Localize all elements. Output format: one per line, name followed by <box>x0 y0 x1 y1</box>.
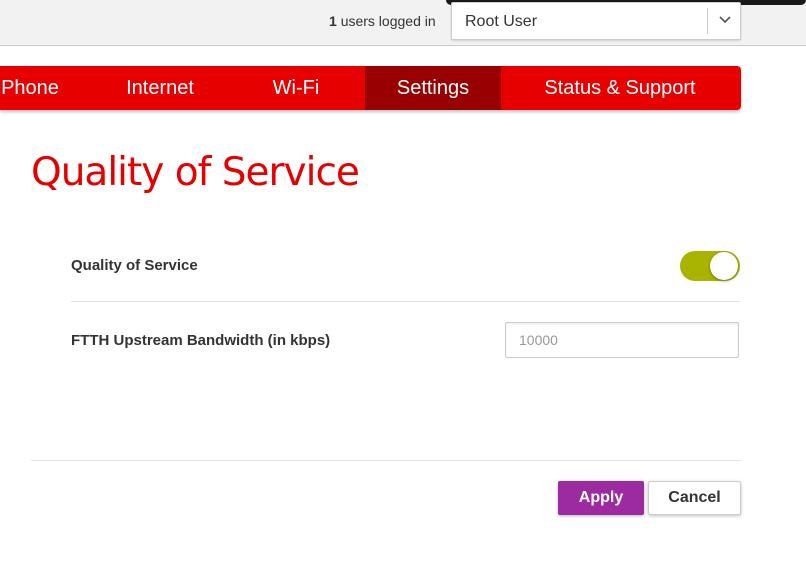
nav-item-wifi[interactable]: Wi-Fi <box>250 66 342 110</box>
user-select-dropdown[interactable]: Root User <box>451 2 741 40</box>
users-count: 1 <box>329 13 337 29</box>
top-bar: 1 users logged in Root User <box>0 0 806 46</box>
toggle-knob <box>710 252 738 280</box>
users-logged-in-status: 1 users logged in <box>329 13 436 29</box>
qos-label: Quality of Service <box>71 257 198 274</box>
row-divider <box>71 301 740 302</box>
nav-item-internet[interactable]: Internet <box>110 66 210 110</box>
footer-divider <box>31 460 741 461</box>
main-nav: Phone Internet Wi-Fi Settings Status & S… <box>0 66 741 110</box>
cancel-button[interactable]: Cancel <box>648 481 741 515</box>
qos-toggle[interactable] <box>680 251 740 281</box>
user-select-value: Root User <box>465 13 538 30</box>
chevron-down-icon[interactable] <box>718 15 732 25</box>
bandwidth-label: FTTH Upstream Bandwidth (in kbps) <box>71 332 331 349</box>
nav-item-status-support[interactable]: Status & Support <box>526 66 714 110</box>
users-logged-in-text: users logged in <box>340 13 436 29</box>
nav-item-phone[interactable]: Phone <box>0 66 66 110</box>
dropdown-divider <box>707 8 708 34</box>
nav-item-settings[interactable]: Settings <box>365 66 501 110</box>
bandwidth-input[interactable] <box>505 322 739 358</box>
page-title: Quality of Service <box>31 150 360 195</box>
apply-button[interactable]: Apply <box>558 481 644 515</box>
